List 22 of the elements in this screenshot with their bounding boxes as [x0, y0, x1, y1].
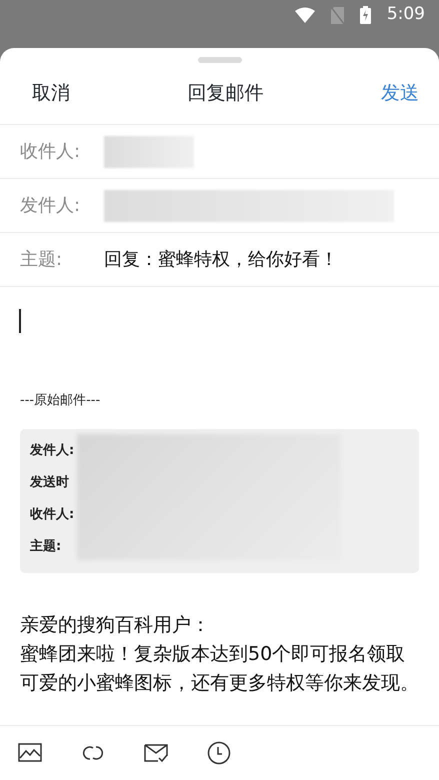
drag-handle[interactable]	[198, 57, 242, 63]
field-label: 主题:	[20, 248, 64, 272]
wifi-icon	[294, 7, 315, 23]
status-time: 5:09	[386, 3, 425, 26]
quoted-label: 主题:	[30, 538, 62, 556]
quoted-label: 收件人:	[30, 506, 76, 524]
send-button[interactable]: 发送	[381, 79, 419, 108]
clock-icon[interactable]	[207, 741, 231, 765]
subject-field[interactable]: 回复：蜜蜂特权，给你好看！	[104, 246, 338, 273]
quoted-label: 发件人:	[30, 442, 76, 460]
quote-separator: ---原始邮件---	[20, 392, 102, 410]
greeting-text: 亲爱的搜狗百科用户：	[20, 612, 211, 638]
image-icon[interactable]	[18, 741, 42, 765]
quoted-label: 发送时	[30, 474, 70, 492]
screen-title: 回复邮件	[188, 81, 264, 106]
cancel-button[interactable]: 取消	[32, 79, 70, 108]
text-cursor	[19, 309, 21, 333]
no-sim-icon	[330, 6, 344, 24]
battery-charging-icon	[360, 6, 371, 24]
field-label: 发件人:	[20, 194, 82, 218]
body-text: 蜜蜂团来啦！复杂版本达到50个即可报名领取可爱的小蜜蜂图标，还有更多特权等你来发现。	[20, 642, 419, 696]
field-label: 收件人:	[20, 140, 82, 164]
